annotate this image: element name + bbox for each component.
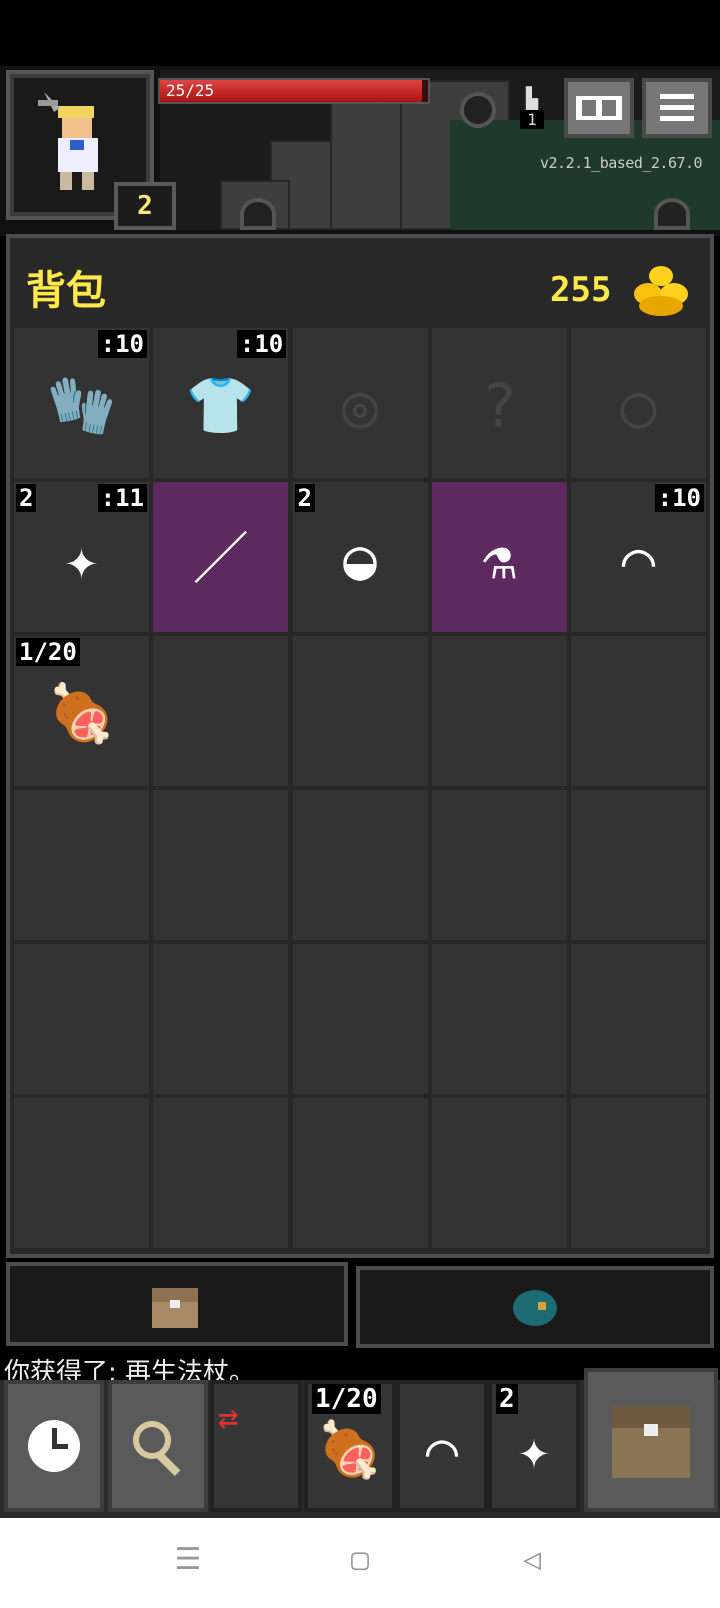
inventory-slot-potion[interactable]: ⚗ bbox=[431, 482, 567, 632]
bow-icon: ⌒ bbox=[621, 527, 656, 593]
inventory-slot-empty[interactable] bbox=[292, 636, 428, 786]
stones-icon: ◒ bbox=[343, 527, 377, 593]
inventory-slot-empty[interactable] bbox=[431, 636, 567, 786]
inventory-slot-empty[interactable] bbox=[14, 944, 149, 1094]
inventory-slot-empty[interactable] bbox=[571, 944, 706, 1094]
inventory-button[interactable] bbox=[584, 1368, 718, 1512]
journal-icon bbox=[576, 96, 622, 120]
inventory-slot-empty-ring-slot[interactable]: ○ bbox=[571, 328, 706, 478]
gold-count: 255 bbox=[550, 270, 612, 310]
meat-icon: 🍖 bbox=[46, 681, 117, 747]
quickslot-quantity: 1/20 bbox=[312, 1384, 381, 1414]
magnifier-icon bbox=[133, 1421, 181, 1477]
gloves-icon: 🧤 bbox=[46, 373, 117, 439]
inventory-slot-empty[interactable] bbox=[431, 790, 567, 940]
inventory-slot-empty[interactable] bbox=[153, 636, 289, 786]
inventory-slot-shuriken[interactable]: ✦ 2 :11 bbox=[14, 482, 149, 632]
hp-text: 25/25 bbox=[166, 81, 215, 100]
shuriken-icon: ✦ bbox=[64, 527, 99, 593]
inventory-slot-empty[interactable] bbox=[571, 636, 706, 786]
wait-button[interactable] bbox=[4, 1380, 104, 1512]
swap-icon: ⇄ bbox=[218, 1398, 239, 1438]
inventory-slot-empty[interactable] bbox=[292, 944, 428, 1094]
quickslot-bow[interactable]: ⌒ bbox=[396, 1380, 488, 1512]
inventory-slot-stones[interactable]: ◒ 2 bbox=[292, 482, 428, 632]
depth-number: 1 bbox=[520, 110, 544, 129]
inventory-slot-meat[interactable]: 🍖 1/20 bbox=[14, 636, 149, 786]
hero-level: 2 bbox=[114, 182, 176, 230]
shuriken-icon: ✦ bbox=[517, 1418, 551, 1481]
empty-misc-slot-icon: ? bbox=[481, 371, 518, 442]
backpack-title: 背包 bbox=[26, 268, 106, 314]
quickslot-quantity: 2 bbox=[496, 1384, 518, 1414]
tab-backpack[interactable] bbox=[6, 1262, 348, 1346]
status-bar bbox=[0, 0, 720, 66]
magic-wand-icon: ／ bbox=[192, 527, 249, 593]
inventory-slot-empty[interactable] bbox=[571, 1098, 706, 1248]
search-button[interactable] bbox=[108, 1380, 208, 1512]
inventory-slot-empty[interactable] bbox=[431, 944, 567, 1094]
backpack-icon bbox=[612, 1406, 690, 1478]
empty-ring-slot-icon: ○ bbox=[620, 371, 657, 442]
nav-home-icon[interactable]: ▢ bbox=[340, 1540, 380, 1580]
depth-indicator: ▙ 1 bbox=[520, 86, 544, 136]
inventory-slot-empty[interactable] bbox=[292, 790, 428, 940]
inventory-slot-empty[interactable] bbox=[153, 1098, 289, 1248]
empty-weapon-slot-icon: ◎ bbox=[341, 371, 379, 442]
item-quantity: 1/20 bbox=[16, 638, 80, 666]
menu-icon bbox=[660, 94, 694, 121]
inventory-slot-empty[interactable] bbox=[292, 1098, 428, 1248]
item-level-requirement: :10 bbox=[654, 484, 704, 512]
item-quantity: 2 bbox=[294, 484, 315, 512]
item-level-requirement: :11 bbox=[97, 484, 147, 512]
inventory-slot-empty[interactable] bbox=[153, 944, 289, 1094]
item-level-requirement: :10 bbox=[97, 330, 147, 358]
backpack-tab-icon bbox=[152, 1288, 198, 1328]
tab-pouch[interactable] bbox=[356, 1266, 714, 1348]
nav-menu-icon[interactable]: ☰ bbox=[168, 1540, 208, 1580]
cloth-armor-icon: 👕 bbox=[185, 373, 256, 439]
potion-icon: ⚗ bbox=[482, 527, 517, 593]
inventory-grid: 🧤:10 👕:10 ◎? ○ ✦ 2:11 ／ ◒ 2 ⚗ ⌒:10 🍖 1/20 bbox=[14, 328, 706, 1256]
inventory-slot-empty-misc-slot[interactable]: ? bbox=[431, 328, 567, 478]
inventory-slot-bow[interactable]: ⌒ :10 bbox=[571, 482, 706, 632]
inventory-slot-empty[interactable] bbox=[571, 790, 706, 940]
quickslot-shuriken[interactable]: ✦ 2 bbox=[488, 1380, 580, 1512]
toolbar: ⇄ 🍖 1/20 ⌒ ✦ 2 bbox=[0, 1368, 720, 1518]
meat-icon: 🍖 bbox=[316, 1418, 384, 1481]
clock-icon bbox=[28, 1420, 80, 1472]
pouch-tab-icon bbox=[513, 1290, 557, 1326]
inventory-slot-magic-wand[interactable]: ／ bbox=[153, 482, 289, 632]
inventory-slot-gloves[interactable]: 🧤 :10 bbox=[14, 328, 149, 478]
system-nav-bar: ☰ ▢ ◁ bbox=[0, 1518, 720, 1608]
quickslot-swap[interactable]: ⇄ bbox=[210, 1380, 302, 1512]
inventory-slot-cloth-armor[interactable]: 👕 :10 bbox=[153, 328, 289, 478]
nav-back-icon[interactable]: ◁ bbox=[512, 1540, 552, 1580]
inventory-slot-empty[interactable] bbox=[14, 1098, 149, 1248]
gold-icon bbox=[630, 262, 692, 318]
inventory-slot-empty[interactable] bbox=[431, 1098, 567, 1248]
quickslot-meat[interactable]: 🍖 1/20 bbox=[304, 1380, 396, 1512]
bow-icon: ⌒ bbox=[425, 1418, 459, 1481]
menu-button[interactable] bbox=[642, 78, 712, 138]
stairs-icon: ▙ bbox=[525, 86, 539, 110]
inventory-slot-empty[interactable] bbox=[153, 790, 289, 940]
item-quantity: 2 bbox=[16, 484, 37, 512]
item-level-requirement: :10 bbox=[236, 330, 287, 358]
inventory-slot-empty[interactable] bbox=[14, 790, 149, 940]
journal-button[interactable] bbox=[564, 78, 634, 138]
version-label: v2.2.1_based_2.67.0 bbox=[540, 154, 703, 172]
inventory-slot-empty-weapon-slot[interactable]: ◎ bbox=[292, 328, 428, 478]
